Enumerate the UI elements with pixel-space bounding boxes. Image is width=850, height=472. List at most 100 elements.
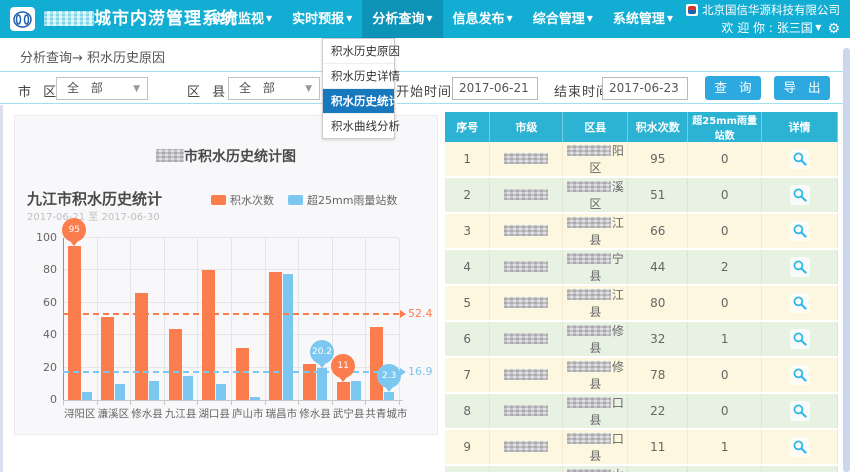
end-time-input[interactable]: 2017-06-23 xyxy=(602,77,688,100)
topbar: 城市内涝管理系统 实时监视▼实时预报▼分析查询▼信息发布▼综合管理▼系统管理▼ … xyxy=(0,0,850,38)
detail-button[interactable] xyxy=(790,365,810,385)
magnifier-icon xyxy=(792,223,808,239)
city-filter-label: 市 区 xyxy=(18,81,60,100)
menu-item-3[interactable]: 积水曲线分析 xyxy=(323,114,394,138)
detail-button[interactable] xyxy=(790,257,810,277)
menu-item-1[interactable]: 积水历史详情 xyxy=(323,64,394,89)
y-tick-label: 80 xyxy=(25,263,57,276)
magnifier-icon xyxy=(792,367,808,383)
bar-超25mm雨量站数-浔阳区[interactable] xyxy=(82,392,92,400)
results-table: 序号市级区县积水次数超25mm雨量站数详情 1 阳区 95 0 2 溪区 51 … xyxy=(445,112,838,472)
x-axis-label: 共青城市 xyxy=(365,406,399,421)
nav-item-2[interactable]: 分析查询▼ xyxy=(362,0,442,38)
bar-超25mm雨量站数-武宁县[interactable] xyxy=(351,381,361,400)
cell-index: 6 xyxy=(445,321,490,357)
chart-panel: 市积水历史统计图 九江市积水历史统计 2017-06-21 至 2017-06-… xyxy=(14,115,438,435)
detail-button[interactable] xyxy=(790,149,810,169)
district-select[interactable]: 全 部▼ xyxy=(228,77,320,100)
magnifier-icon xyxy=(792,403,808,419)
y-tick-label: 0 xyxy=(25,393,57,406)
bar-超25mm雨量站数-濂溪区[interactable] xyxy=(115,384,125,400)
cell-flood-count: 32 xyxy=(628,321,688,357)
bar-积水次数-庐山市[interactable] xyxy=(236,348,249,400)
cell-flood-count: 66 xyxy=(628,213,688,249)
bar-积水次数-瑞昌市[interactable] xyxy=(269,272,282,400)
select-caret-icon: ▼ xyxy=(133,79,140,100)
detail-button[interactable] xyxy=(790,293,810,313)
nav-item-1[interactable]: 实时预报▼ xyxy=(282,0,362,38)
vertical-scrollbar[interactable] xyxy=(843,48,850,472)
cell-city xyxy=(490,393,563,429)
cell-district: 口县 xyxy=(563,429,628,465)
cell-district: 阳区 xyxy=(563,142,628,177)
detail-button[interactable] xyxy=(790,329,810,349)
district-filter-label: 区 县 xyxy=(187,81,229,100)
filter-row: 市 区 全 部▼ 区 县 全 部▼ 开始时间 2017-06-21 结束时间 2… xyxy=(0,73,850,104)
menu-item-0[interactable]: 积水历史原因 xyxy=(323,39,394,64)
breadcrumb: 分析查询→ 积水历史原因 xyxy=(20,47,165,66)
city-select[interactable]: 全 部▼ xyxy=(56,77,148,100)
topbar-right: 北京国信华源科技有限公司 欢 迎 你 : 张三国 ▼⚙ xyxy=(686,2,840,38)
query-button[interactable]: 查 询 xyxy=(705,76,761,100)
data-marker: 20.2 xyxy=(310,340,334,364)
menu-item-2[interactable]: 积水历史统计 xyxy=(323,89,394,114)
cell-rain-station-count: 0 xyxy=(688,177,762,213)
censored-prefix xyxy=(567,181,611,192)
bar-积水次数-武宁县[interactable] xyxy=(337,382,350,400)
bar-积水次数-修水县[interactable] xyxy=(135,293,148,400)
cell-flood-count: 11 xyxy=(628,429,688,465)
censored-city-text xyxy=(504,153,548,164)
bar-超25mm雨量站数-共青城市[interactable] xyxy=(384,392,394,400)
nav-item-0[interactable]: 实时监视▼ xyxy=(202,0,282,38)
detail-button[interactable] xyxy=(790,221,810,241)
nav-item-5[interactable]: 系统管理▼ xyxy=(603,0,683,38)
bar-超25mm雨量站数-修水县[interactable] xyxy=(149,381,159,400)
nav-item-3[interactable]: 信息发布▼ xyxy=(443,0,523,38)
table-row: 7 修县 78 0 xyxy=(445,357,838,393)
table-header-0: 序号 xyxy=(445,112,490,142)
nav-item-4[interactable]: 综合管理▼ xyxy=(523,0,603,38)
censored-prefix xyxy=(567,433,611,444)
cell-city xyxy=(490,465,563,472)
censored-prefix xyxy=(567,325,611,336)
bar-积水次数-濂溪区[interactable] xyxy=(101,317,114,400)
legend-item[interactable]: 积水次数 xyxy=(211,192,274,208)
company-logo-icon xyxy=(686,4,698,16)
detail-button[interactable] xyxy=(790,185,810,205)
y-tick-label: 60 xyxy=(25,296,57,309)
bar-积水次数-浔阳区[interactable] xyxy=(68,246,81,400)
table-row: 4 宁县 44 2 xyxy=(445,249,838,285)
cell-index: 8 xyxy=(445,393,490,429)
chart-title: 九江市积水历史统计 xyxy=(27,188,162,209)
censored-prefix xyxy=(567,397,611,408)
bar-超25mm雨量站数-湖口县[interactable] xyxy=(216,384,226,400)
bar-积水次数-共青城市[interactable] xyxy=(370,327,383,400)
magnifier-icon xyxy=(792,439,808,455)
bar-超25mm雨量站数-庐山市[interactable] xyxy=(250,397,260,400)
average-line: 52.4 xyxy=(63,313,399,315)
detail-button[interactable] xyxy=(790,437,810,457)
detail-button[interactable] xyxy=(790,401,810,421)
export-button[interactable]: 导 出 xyxy=(774,76,830,100)
start-time-input[interactable]: 2017-06-21 xyxy=(452,77,538,100)
magnifier-icon xyxy=(792,295,808,311)
analysis-dropdown-menu: 积水历史原因积水历史详情积水历史统计积水曲线分析 xyxy=(322,38,395,139)
censored-prefix xyxy=(567,289,611,300)
bar-积水次数-九江县[interactable] xyxy=(169,329,182,400)
bar-积水次数-湖口县[interactable] xyxy=(202,270,215,400)
gear-icon[interactable]: ⚙ xyxy=(827,21,840,37)
cell-district: 江县 xyxy=(563,285,628,321)
bar-超25mm雨量站数-瑞昌市[interactable] xyxy=(283,274,293,400)
table-row: 2 溪区 51 0 xyxy=(445,177,838,213)
user-menu-caret-icon[interactable]: ▼ xyxy=(813,23,822,32)
cell-index: 3 xyxy=(445,213,490,249)
cell-district: 溪区 xyxy=(563,177,628,213)
censored-city-text xyxy=(504,405,548,416)
cell-detail xyxy=(762,429,838,465)
cell-index: 5 xyxy=(445,285,490,321)
table-header-row: 序号市级区县积水次数超25mm雨量站数详情 xyxy=(445,112,838,142)
cell-detail xyxy=(762,285,838,321)
cell-rain-station-count: 0 xyxy=(688,213,762,249)
legend-item[interactable]: 超25mm雨量站数 xyxy=(288,192,397,208)
bar-超25mm雨量站数-九江县[interactable] xyxy=(183,376,193,400)
